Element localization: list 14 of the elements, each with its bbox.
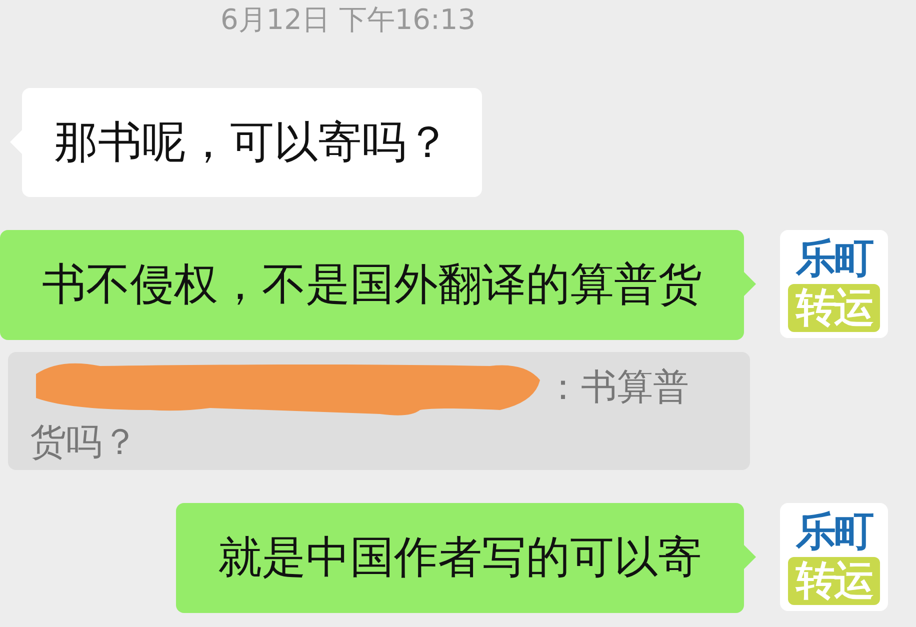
quote-text: ：书算普	[545, 366, 689, 410]
logo-text: 乐町	[796, 236, 872, 282]
bubble-tail	[744, 272, 756, 296]
message-bubble: 就是中国作者写的可以寄	[176, 503, 744, 613]
logo-text: 转运	[788, 557, 880, 605]
logo-text: 乐町	[796, 509, 872, 555]
quote-text: 货吗？	[30, 421, 139, 465]
message-bubble: 书不侵权，不是国外翻译的算普货	[0, 230, 744, 340]
avatar-logo[interactable]: 乐町 转运	[780, 503, 888, 611]
bubble-tail	[744, 545, 756, 569]
timestamp: 6月12日 下午16:13	[220, 3, 476, 36]
message-bubble: 那书呢，可以寄吗？	[22, 88, 482, 197]
avatar-logo[interactable]: 乐町 转运	[780, 230, 888, 338]
logo-text: 转运	[788, 284, 880, 332]
